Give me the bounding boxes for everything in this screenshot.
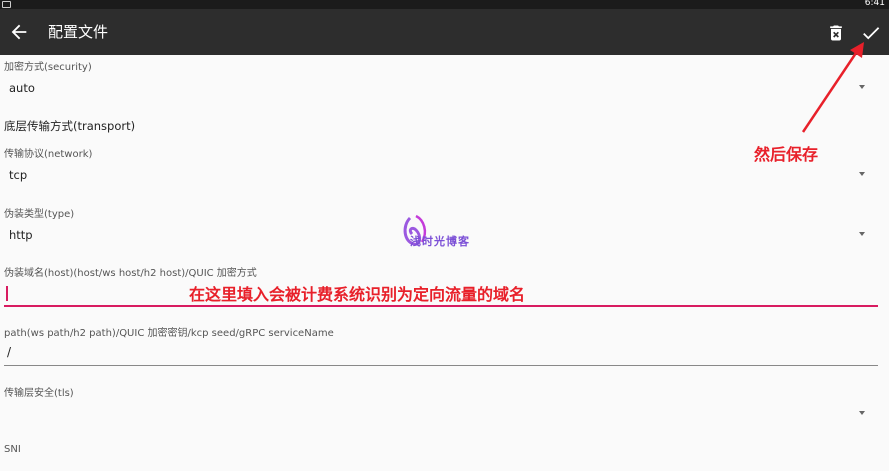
- save-annotation: 然后保存: [754, 145, 819, 164]
- host-annotation: 在这里填入会被计费系统识别为定向流量的域名: [189, 285, 526, 304]
- annotation-arrow: [801, 42, 864, 133]
